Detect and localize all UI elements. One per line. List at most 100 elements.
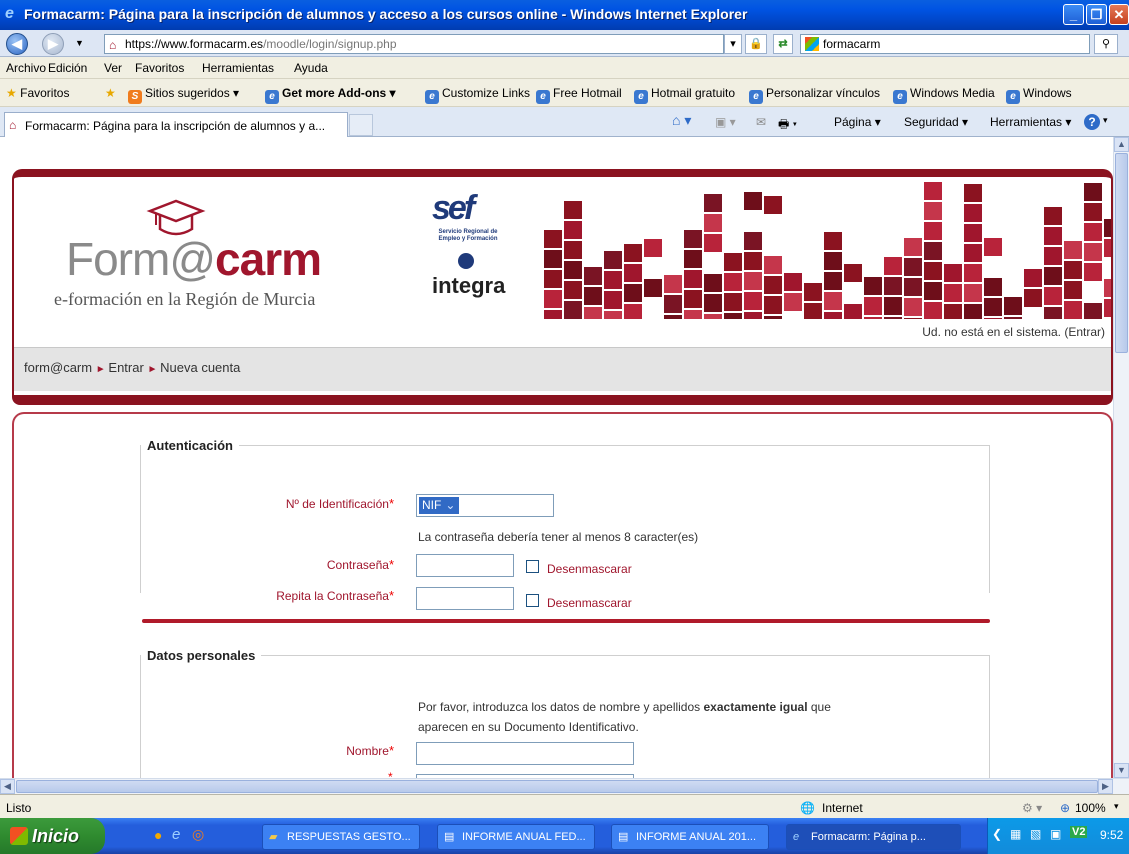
decorative-block [724,313,742,319]
menu-ayuda[interactable]: Ayuda [294,61,328,75]
task-respuestas[interactable]: ▰ RESPUESTAS GESTO... [262,824,420,850]
menu-bar: Archivo Edición Ver Favoritos Herramient… [0,57,1129,79]
zoom-dropdown-icon[interactable]: ▾ [1114,801,1119,812]
repeat-password-input[interactable] [416,587,514,610]
integra-label: integra [432,273,506,298]
fav-get-more-addons[interactable]: e Get more Add-ons ▾ [265,86,396,104]
scroll-up-icon[interactable]: ▲ [1114,137,1129,152]
task-informe-201[interactable]: ▤ INFORME ANUAL 201... [611,824,769,850]
horizontal-scroll-thumb[interactable] [16,780,1098,793]
horizontal-scrollbar[interactable]: ◀ ▶ [0,778,1129,794]
home-icon[interactable]: ⌂ ▾ [672,112,691,129]
back-button[interactable]: ◀ [6,33,28,55]
tray-monitor-icon[interactable]: ▣ [1050,827,1061,841]
url-field[interactable]: ⌂ https://www.formacarm.es/moodle/login/… [104,34,724,54]
vertical-scroll-thumb[interactable] [1115,153,1128,353]
url-dropdown-button[interactable]: ▾ [724,34,742,54]
ie-quicklaunch-icon[interactable]: e [172,826,180,843]
id-type-select[interactable]: NIF ⌄ [419,497,459,514]
name-input[interactable] [416,742,634,765]
tray-network-icon[interactable]: ▦ [1010,827,1021,841]
fav-personalizar-vinculos[interactable]: e Personalizar vínculos [749,86,880,104]
decorative-block [724,293,742,311]
new-tab-button[interactable] [349,114,373,136]
scroll-down-icon[interactable]: ▼ [1114,763,1129,778]
decorative-block [604,251,622,269]
protected-mode-icon[interactable]: ⚙ ▾ [1022,801,1042,815]
forward-button[interactable]: ▶ [42,33,64,55]
fav-label: Free Hotmail [553,86,622,100]
decorative-block [764,276,782,294]
read-mail-icon[interactable]: ✉ [756,115,766,129]
decorative-block [1084,303,1102,319]
decorative-block [824,312,842,319]
tab-formacarm[interactable]: ⌂ Formacarm: Página para la inscripción … [4,112,348,138]
unmask-repeat-checkbox[interactable] [526,594,539,607]
add-favorite-icon[interactable]: ★ [105,86,116,100]
tray-expand-icon[interactable]: ❮ [992,827,1002,841]
fav-hotmail-gratuito[interactable]: e Hotmail gratuito [634,86,735,104]
login-status[interactable]: Ud. no está en el sistema. (Entrar) [922,325,1105,339]
menu-edicion[interactable]: Edición [48,61,87,75]
menu-favoritos[interactable]: Favoritos [135,61,184,75]
unmask-password-checkbox[interactable] [526,560,539,573]
windows-logo-icon [10,827,28,845]
fav-windows-media[interactable]: e Windows Media [893,86,995,104]
decorative-block [544,310,562,319]
outlook-quicklaunch-icon[interactable]: ◎ [192,826,204,843]
feeds-icon[interactable]: ▣ ▾ [715,115,736,129]
decorative-block [704,194,722,212]
decorative-block [924,182,942,200]
search-field[interactable]: formacarm [800,34,1090,54]
tray-app-icon[interactable]: ▧ [1030,827,1041,841]
security-menu[interactable]: Seguridad ▾ [904,115,968,129]
system-tray: ❮ ▦ ▧ ▣ V2 9:52 [987,818,1129,854]
fav-sitios-sugeridos[interactable]: S Sitios sugeridos ▾ [128,86,239,104]
password-label-text: Contraseña [326,558,389,572]
search-button[interactable]: ⚲ [1094,34,1118,54]
zoom-icon[interactable]: ⊕ [1060,801,1070,815]
page-menu[interactable]: Página ▾ [834,115,881,129]
print-icon[interactable]: 🖶 ▾ [778,115,797,136]
refresh-icon[interactable]: ⇄ [773,34,793,54]
lock-icon[interactable]: 🔒 [745,34,767,54]
menu-ver[interactable]: Ver [104,61,122,75]
decorative-block [1044,307,1062,319]
help-dropdown-icon[interactable]: ▾ [1103,115,1108,126]
zoom-level[interactable]: 100% [1075,801,1106,815]
tray-v-icon[interactable]: V2 [1070,826,1088,838]
menu-herramientas[interactable]: Herramientas [202,61,274,75]
decorative-block [744,272,762,290]
scroll-right-icon[interactable]: ▶ [1098,779,1113,794]
favorites-button[interactable]: ★ Favoritos [6,86,69,100]
tools-menu[interactable]: Herramientas ▾ [990,115,1071,129]
scroll-left-icon[interactable]: ◀ [0,779,15,794]
decorative-block [984,298,1002,316]
task-formacarm[interactable]: e Formacarm: Página p... [786,824,961,850]
menu-archivo[interactable]: Archivo [6,61,46,75]
password-input[interactable] [416,554,514,577]
task-informe-fed[interactable]: ▤ INFORME ANUAL FED... [437,824,595,850]
decorative-block [1024,289,1042,307]
task-label: Formacarm: Página p... [811,831,926,843]
globe-icon: 🌐 [800,801,815,815]
fav-customize-links[interactable]: e Customize Links [425,86,530,104]
breadcrumb-entrar[interactable]: Entrar [108,360,143,375]
close-button[interactable]: ✕ [1109,4,1129,25]
breadcrumb-home[interactable]: form@carm [24,360,92,375]
help-icon[interactable]: ? [1084,114,1100,130]
restore-button[interactable]: ❐ [1086,4,1107,25]
start-button[interactable]: Inicio [0,818,105,854]
chrome-quicklaunch-icon[interactable]: ● [154,827,162,843]
fav-windows[interactable]: e Windows [1006,86,1072,104]
ie-icon: e [265,90,279,104]
title-bar: e Formacarm: Página para la inscripción … [0,0,1129,30]
decorative-block [984,278,1002,296]
vertical-scrollbar[interactable]: ▲ ▼ [1113,137,1129,778]
fav-free-hotmail[interactable]: e Free Hotmail [536,86,622,104]
history-dropdown-icon[interactable]: ▼ [75,38,84,48]
minimize-button[interactable]: _ [1063,4,1084,25]
decorative-block [824,272,842,290]
id-number-input[interactable]: NIF ⌄ [416,494,554,517]
clock[interactable]: 9:52 [1100,828,1123,842]
